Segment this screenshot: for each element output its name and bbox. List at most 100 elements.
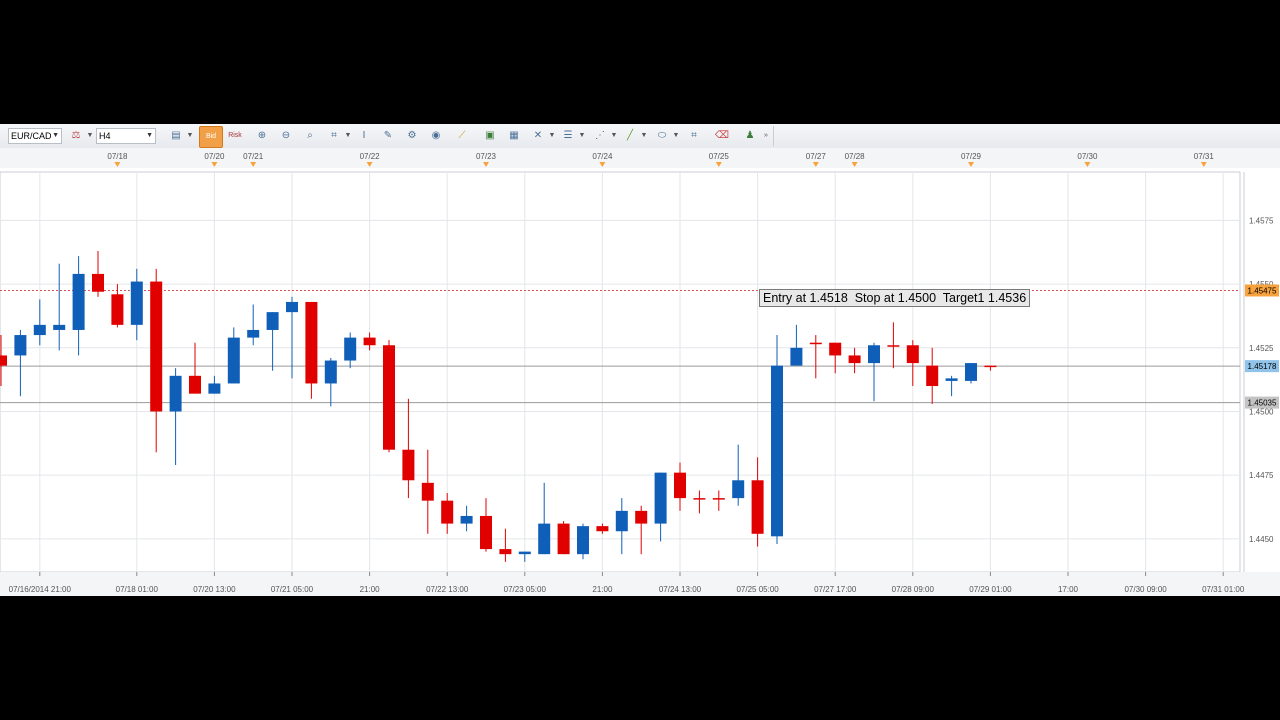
candle-body-bear[interactable]: [383, 345, 395, 450]
date-label: 07/20: [204, 152, 225, 161]
candle-body-bull[interactable]: [868, 345, 880, 364]
candle-body-bull[interactable]: [33, 324, 46, 336]
candle-body-bear[interactable]: [693, 498, 706, 500]
date-label: 07/21: [243, 152, 264, 161]
zoom-in-icon[interactable]: ⊕: [254, 128, 270, 144]
candle-body-bear[interactable]: [635, 510, 648, 524]
pen-icon[interactable]: ╱: [622, 128, 638, 144]
candle-body-bull[interactable]: [72, 273, 85, 330]
date-label: 07/29: [961, 152, 982, 161]
x-tick-label: 07/18 01:00: [116, 585, 159, 594]
comment-icon[interactable]: ✎: [380, 128, 396, 144]
candlestick-chart[interactable]: 1.45751.45501.45251.45001.44751.445007/1…: [0, 148, 1280, 596]
more-icon[interactable]: »: [762, 128, 770, 144]
timeframe-select[interactable]: H4 ▼: [96, 128, 156, 144]
y-tick-label: 1.4500: [1249, 407, 1274, 416]
candle-body-bull[interactable]: [732, 480, 745, 499]
x-tick-label: 07/22 13:00: [426, 585, 469, 594]
zoom-out-icon[interactable]: ⊖: [278, 128, 294, 144]
chevron-down-icon[interactable]: ▼: [578, 128, 586, 144]
candle-body-bull[interactable]: [790, 347, 803, 366]
ruler-icon[interactable]: ⟋: [454, 128, 470, 144]
candle-body-bear[interactable]: [402, 449, 415, 481]
candle-body-bear[interactable]: [984, 365, 997, 368]
zoom-area-icon[interactable]: ⌗: [326, 128, 342, 144]
candle-body-bull[interactable]: [130, 281, 143, 325]
x-tick-label: 07/30 09:00: [1124, 585, 1167, 594]
candle-body-bear[interactable]: [712, 498, 725, 500]
candle-body-bull[interactable]: [247, 329, 260, 338]
candle-body-bull[interactable]: [266, 312, 279, 330]
bid-button[interactable]: Bid: [199, 126, 223, 148]
chevron-down-icon[interactable]: ▼: [548, 128, 556, 144]
tools-icon[interactable]: ⚙: [404, 128, 420, 144]
magnifier-icon[interactable]: ⌕: [302, 128, 318, 144]
candle-body-bull[interactable]: [615, 510, 628, 532]
candle-body-bull[interactable]: [169, 375, 182, 412]
candle-body-bull[interactable]: [771, 365, 783, 537]
candle-body-bull[interactable]: [53, 324, 66, 330]
indicator-icon[interactable]: ✕: [530, 128, 546, 144]
candle-body-bear[interactable]: [751, 480, 764, 534]
candle-body-bear[interactable]: [809, 342, 822, 345]
candle-body-bull[interactable]: [286, 301, 298, 313]
candle-body-bull[interactable]: [14, 335, 27, 356]
candle-body-bull[interactable]: [324, 360, 337, 384]
x-tick-label: 07/16/2014 21:00: [9, 585, 72, 594]
text-cursor-icon[interactable]: I: [356, 128, 372, 144]
candle-body-bull[interactable]: [577, 526, 589, 555]
candle-body-bull[interactable]: [344, 337, 357, 361]
candle-body-bear[interactable]: [92, 273, 104, 292]
candle-body-bull[interactable]: [208, 383, 221, 394]
template-icon[interactable]: ▦: [506, 128, 522, 144]
candle-body-bear[interactable]: [557, 523, 570, 555]
candle-body-bear[interactable]: [421, 482, 434, 501]
candle-body-bear[interactable]: [848, 355, 861, 364]
date-label: 07/22: [360, 152, 381, 161]
eraser-icon[interactable]: ⌫: [714, 128, 730, 144]
grid-icon[interactable]: ⌗: [686, 128, 702, 144]
date-label: 07/24: [592, 152, 613, 161]
candle-body-bear[interactable]: [674, 472, 686, 499]
lines-icon[interactable]: ☰: [560, 128, 576, 144]
candle-body-bear[interactable]: [0, 355, 7, 366]
candle-body-bear[interactable]: [887, 345, 900, 347]
ellipse-icon[interactable]: ⬭: [654, 128, 670, 144]
candle-body-bear[interactable]: [480, 515, 492, 550]
candle-body-bull[interactable]: [965, 363, 977, 381]
people-icon[interactable]: ♟: [742, 128, 758, 144]
candle-body-bull[interactable]: [538, 523, 551, 555]
risk-button[interactable]: Risk: [224, 126, 246, 146]
fibonacci-icon[interactable]: ⋰: [592, 128, 608, 144]
chevron-down-icon[interactable]: ▼: [344, 128, 352, 144]
chevron-down-icon[interactable]: ▼: [86, 128, 94, 144]
symbol-select[interactable]: EUR/CAD ▼: [8, 128, 62, 144]
candle-body-bear[interactable]: [926, 365, 939, 387]
currency-icon[interactable]: ⚖: [68, 128, 84, 144]
chevron-down-icon[interactable]: ▼: [186, 128, 194, 144]
chart-type-icon[interactable]: ▤: [168, 128, 184, 144]
image-icon[interactable]: ▣: [482, 128, 498, 144]
candle-body-bear[interactable]: [829, 342, 842, 356]
candle-body-bull[interactable]: [654, 472, 667, 524]
candle-body-bear[interactable]: [189, 375, 201, 394]
candle-body-bear[interactable]: [906, 345, 919, 364]
candle-body-bear[interactable]: [441, 500, 454, 524]
chevron-down-icon[interactable]: ▼: [640, 128, 648, 144]
chevron-down-icon[interactable]: ▼: [672, 128, 680, 144]
chart-toolbar: EUR/CAD ▼ ⚖ ▼ H4 ▼ ▤ ▼ Bid Risk ⊕ ⊖ ⌕ ⌗ …: [0, 124, 1280, 149]
candle-body-bear[interactable]: [150, 281, 163, 412]
bid-label: Bid: [205, 133, 217, 140]
candle-body-bull[interactable]: [460, 515, 473, 524]
candle-body-bear[interactable]: [363, 337, 376, 346]
candle-body-bull[interactable]: [227, 337, 240, 384]
candle-body-bull[interactable]: [518, 551, 531, 555]
x-tick-label: 07/23 05:00: [504, 585, 547, 594]
candle-body-bear[interactable]: [596, 526, 609, 532]
chevron-down-icon[interactable]: ▼: [610, 128, 618, 144]
candle-body-bull[interactable]: [945, 378, 958, 381]
candle-body-bear[interactable]: [499, 549, 512, 555]
candle-body-bear[interactable]: [305, 301, 318, 384]
globe-icon[interactable]: ◉: [428, 128, 444, 144]
candle-body-bear[interactable]: [111, 294, 124, 325]
